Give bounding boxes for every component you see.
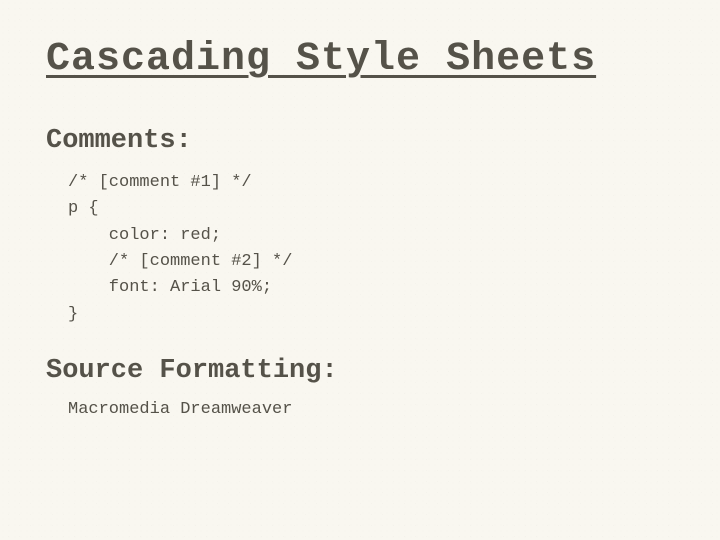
code-line: p { [68,199,99,218]
code-line: } [68,305,78,324]
code-line: /* [comment #1] */ [68,173,252,192]
section-heading-comments: Comments: [46,126,674,156]
code-line: color: red; [68,226,221,245]
page-title: Cascading Style Sheets [46,38,674,82]
section-heading-source-formatting: Source Formatting: [46,356,674,386]
code-line: font: Arial 90%; [68,278,272,297]
code-line: /* [comment #2] */ [68,252,292,271]
code-block: /* [comment #1] */ p { color: red; /* [c… [68,170,674,328]
source-formatting-text: Macromedia Dreamweaver [68,400,674,419]
